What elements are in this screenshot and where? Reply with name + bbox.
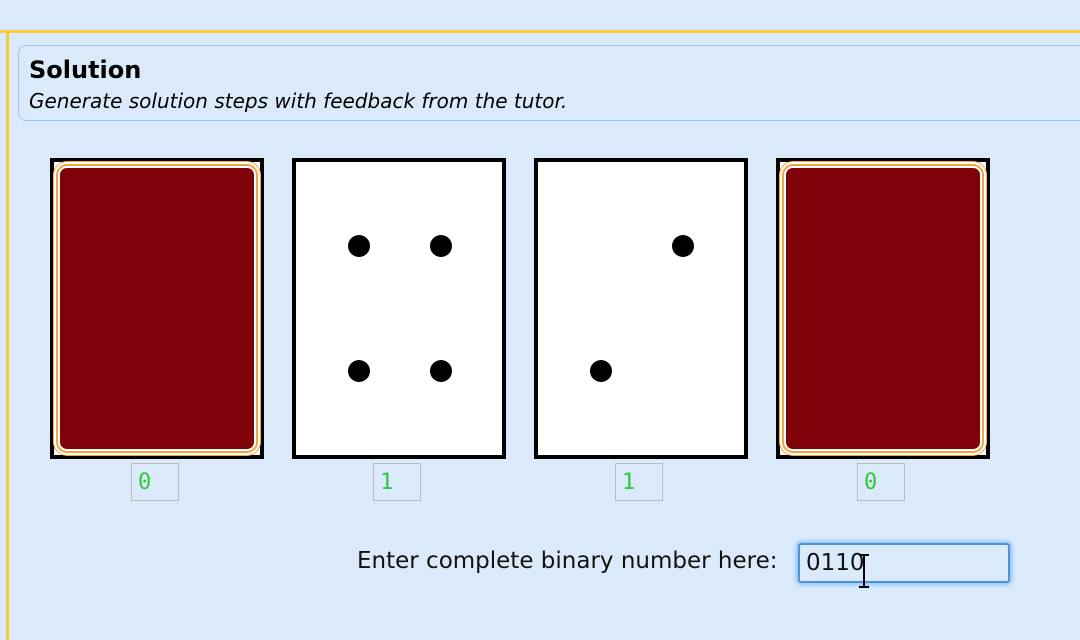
top-border-line: [0, 30, 1080, 33]
card-2-four-dots[interactable]: [292, 158, 506, 459]
card-3-two-dots[interactable]: [534, 158, 748, 459]
binary-answer-input[interactable]: [798, 543, 1010, 583]
left-border-line: [6, 30, 9, 640]
card-4-face-down[interactable]: [776, 158, 990, 459]
card-back-pattern: [786, 168, 980, 449]
card-dot: [348, 235, 370, 257]
card-dot: [430, 235, 452, 257]
section-subtitle: Generate solution steps with feedback fr…: [29, 89, 568, 113]
card-dot: [672, 235, 694, 257]
bit-field-4[interactable]: 0: [857, 463, 905, 501]
bit-field-1[interactable]: 0: [131, 463, 179, 501]
card-dot: [430, 360, 452, 382]
binary-answer-label: Enter complete binary number here:: [357, 548, 778, 574]
bit-field-2[interactable]: 1: [373, 463, 421, 501]
card-dot: [590, 360, 612, 382]
card-dot: [348, 360, 370, 382]
card-1-face-down[interactable]: [50, 158, 264, 459]
solution-header: Solution Generate solution steps with fe…: [18, 45, 1080, 121]
card-back-pattern: [60, 168, 254, 449]
section-title: Solution: [29, 56, 142, 84]
bit-field-3[interactable]: 1: [615, 463, 663, 501]
